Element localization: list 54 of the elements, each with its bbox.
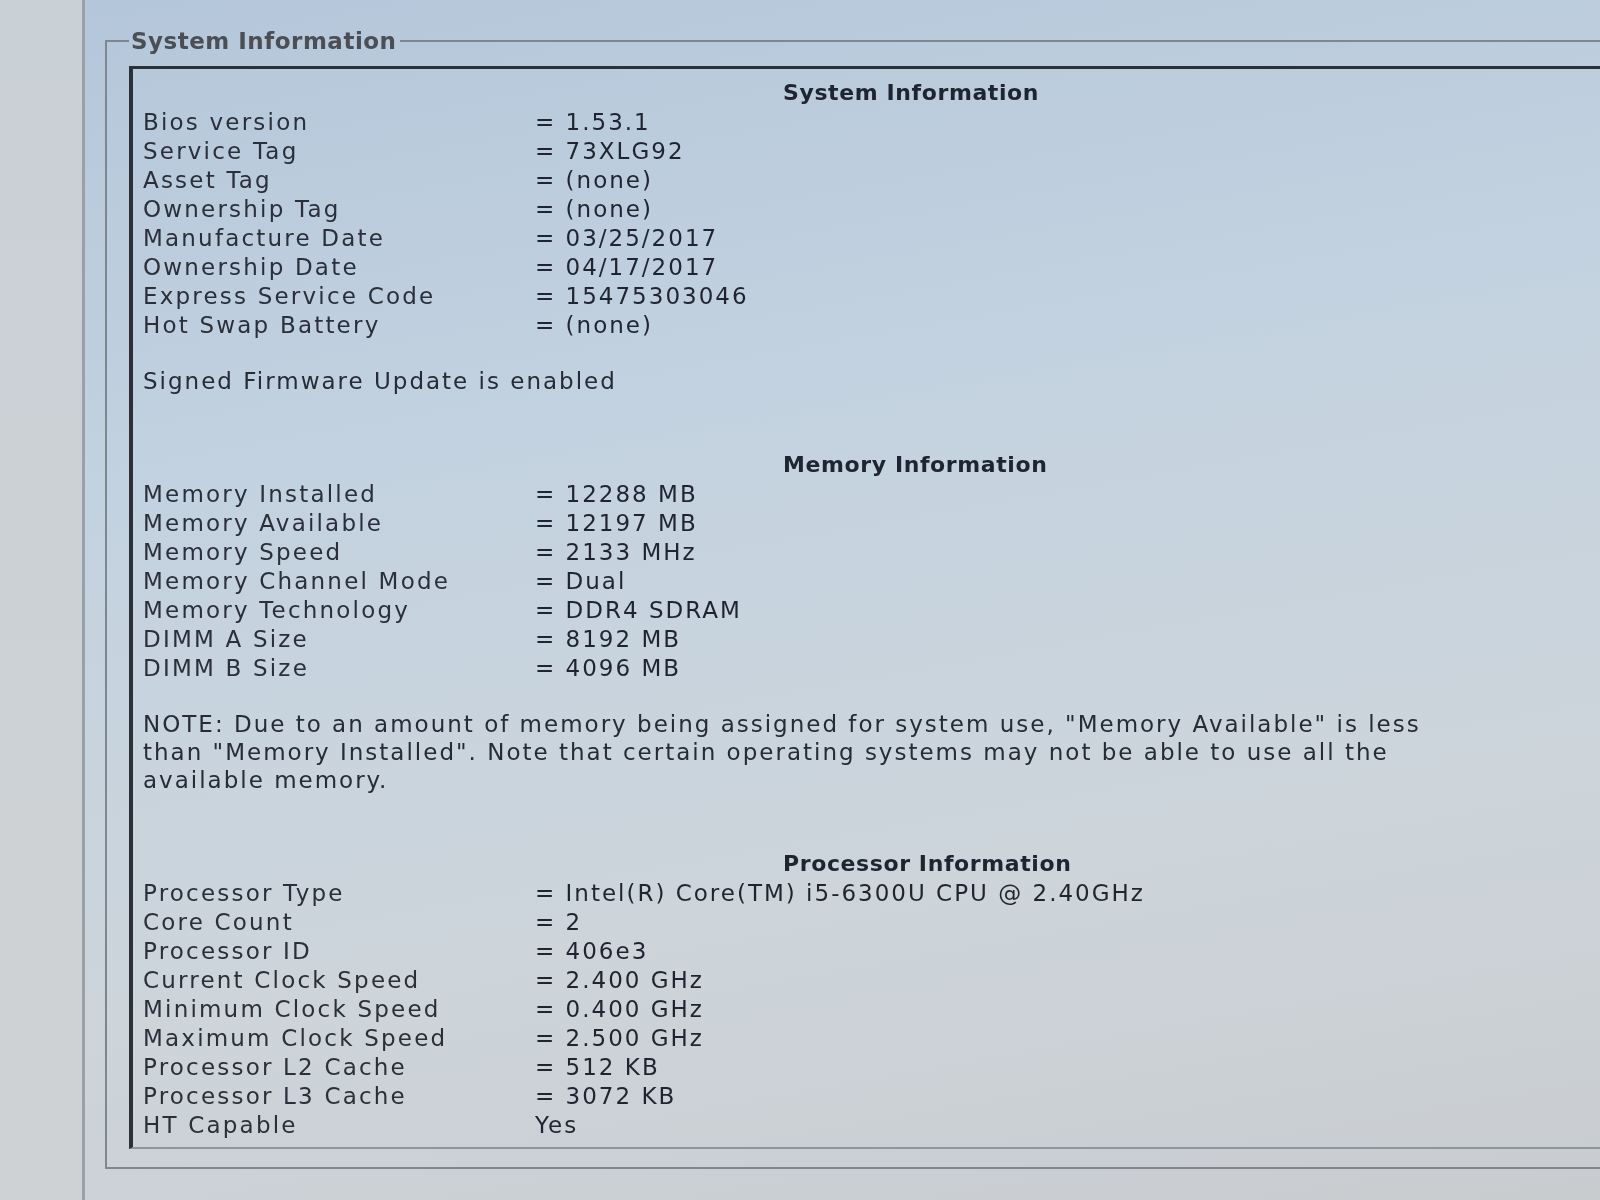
- field-label: Manufacture Date: [143, 224, 386, 251]
- field-label: Current Clock Speed: [143, 966, 421, 993]
- field-label: Minimum Clock Speed: [143, 995, 441, 1022]
- field-value: Yes: [535, 1111, 579, 1138]
- field-label: Asset Tag: [143, 166, 272, 193]
- field-value: = 406e3: [535, 937, 649, 964]
- field-label: DIMM B Size: [143, 654, 309, 681]
- section-heading: System Information: [783, 79, 1040, 107]
- field-value: = (none): [535, 166, 653, 193]
- field-label: Memory Available: [143, 509, 384, 536]
- field-value: = 512 KB: [535, 1053, 660, 1080]
- field-label: Processor ID: [143, 937, 312, 964]
- field-value: = Dual: [535, 567, 627, 594]
- field-label: HT Capable: [143, 1111, 298, 1138]
- field-label: Processor L3 Cache: [143, 1082, 407, 1109]
- field-value: = DDR4 SDRAM: [535, 596, 742, 623]
- section-note: Signed Firmware Update is enabled: [143, 367, 618, 395]
- field-value: = 03/25/2017: [535, 224, 719, 251]
- field-label: Memory Technology: [143, 596, 411, 623]
- field-value: = 3072 KB: [535, 1082, 677, 1109]
- field-value: = (none): [535, 311, 653, 338]
- group-title: System Information: [130, 28, 398, 54]
- field-value: = 12288 MB: [535, 480, 698, 507]
- field-label: Express Service Code: [143, 282, 436, 309]
- field-label: Ownership Date: [143, 253, 359, 280]
- field-value: = 04/17/2017: [535, 253, 719, 280]
- field-value: = Intel(R) Core(TM) i5-6300U CPU @ 2.40GHz: [535, 879, 1145, 906]
- field-value: = 2.500 GHz: [535, 1024, 704, 1051]
- field-value: = 8192 MB: [535, 625, 682, 652]
- field-value: = 15475303046: [535, 282, 749, 309]
- field-label: Memory Channel Mode: [143, 567, 451, 594]
- section-note: NOTE: Due to an amount of memory being assigned for system use, "Memory Available" is less than "Memory Installed". Note that certain operating systems may not be able to use all the available memory.: [143, 710, 1422, 794]
- field-label: DIMM A Size: [143, 625, 309, 652]
- field-label: Processor Type: [143, 879, 345, 906]
- field-label: Bios version: [143, 108, 310, 135]
- field-label: Maximum Clock Speed: [143, 1024, 448, 1051]
- field-value: = 0.400 GHz: [535, 995, 704, 1022]
- field-value: = 4096 MB: [535, 654, 682, 681]
- field-label: Hot Swap Battery: [143, 311, 381, 338]
- field-label: Ownership Tag: [143, 195, 341, 222]
- field-value: = (none): [535, 195, 653, 222]
- field-value: = 2: [535, 908, 583, 935]
- field-value: = 2.400 GHz: [535, 966, 704, 993]
- field-label: Memory Installed: [143, 480, 378, 507]
- field-value: = 12197 MB: [535, 509, 698, 536]
- field-label: Processor L2 Cache: [143, 1053, 407, 1080]
- field-value: = 2133 MHz: [535, 538, 697, 565]
- field-value: = 73XLG92: [535, 137, 685, 164]
- field-value: = 1.53.1: [535, 108, 651, 135]
- field-label: Core Count: [143, 908, 294, 935]
- section-heading: Processor Information: [783, 850, 1072, 878]
- field-label: Memory Speed: [143, 538, 343, 565]
- field-label: Service Tag: [143, 137, 299, 164]
- section-heading: Memory Information: [783, 451, 1048, 479]
